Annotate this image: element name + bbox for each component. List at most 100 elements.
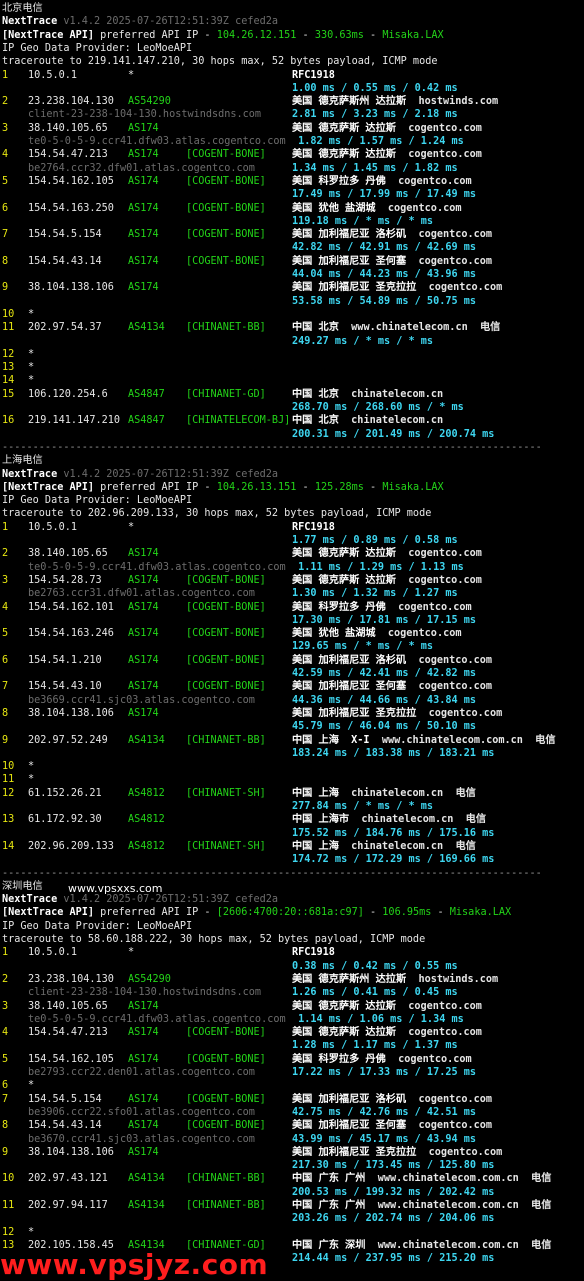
hop-ip: *: [28, 375, 35, 387]
hop-number: 6: [2, 654, 9, 666]
hop-rtt: 17.22 ms / 17.33 ms / 17.25 ms: [292, 1067, 477, 1078]
hop-asn: AS174: [128, 1000, 159, 1012]
hop-number: 12: [2, 348, 15, 360]
hop-rtt: 53.58 ms / 54.89 ms / 50.75 ms: [292, 295, 477, 307]
hop-rtt: 200.31 ms / 201.49 ms / 200.74 ms: [292, 428, 495, 440]
hop-hostname: be3670.ccr41.sjc03.atlas.cogentco.com: [28, 1133, 255, 1145]
api-location: Misaka.LAX: [382, 481, 444, 493]
hop-asn: AS174: [128, 229, 159, 241]
hop-network-tag: [COGENT-BONE]: [186, 202, 266, 214]
hop-domain: chinatelecom.cn 电信: [351, 787, 476, 799]
api-line: [NextTrace API] preferred API IP - 104.2…: [2, 29, 444, 42]
hop-asn: AS174: [128, 601, 159, 613]
hop-network-tag: [COGENT-BONE]: [186, 255, 266, 267]
hop-hostname: be2764.ccr32.dfw01.atlas.cogentco.com: [28, 162, 255, 174]
hop-ip: *: [28, 362, 35, 374]
hop-number: 11: [2, 1200, 15, 1211]
hop-ip: 154.54.162.105: [28, 1053, 114, 1065]
api-text: preferred API IP -: [94, 907, 217, 919]
hop-domain: cogentco.com: [428, 707, 503, 719]
hop-rtt: 17.49 ms / 17.99 ms / 17.49 ms: [292, 189, 477, 201]
hop-rtt: 200.53 ms / 199.32 ms / 202.42 ms: [292, 1186, 495, 1198]
section-title-text: 深圳电信: [2, 880, 43, 892]
hop-network-tag: [COGENT-BONE]: [186, 1093, 266, 1105]
hop-network-tag: [COGENT-BONE]: [186, 1027, 266, 1039]
hop-asn: *: [128, 521, 135, 533]
hop-location: 美国 德克萨斯 达拉斯 cogentco.com: [292, 574, 482, 586]
hop-ip: 154.54.163.246: [28, 628, 114, 640]
watermark: www.vpsjyz.com: [0, 1248, 269, 1281]
hop-ip: 219.141.147.210: [28, 415, 121, 427]
traceroute-line: traceroute to 202.96.209.133, 30 hops ma…: [2, 507, 431, 520]
api-ip: 104.26.13.151: [216, 481, 297, 493]
hop-rtt: 268.70 ms / 268.60 ms / * ms: [292, 402, 464, 413]
hop-rtt: 183.24 ms / 183.38 ms / 183.21 ms: [292, 747, 495, 759]
hop-ip: 10.5.0.1: [28, 69, 78, 81]
hop-domain: www.chinatelecom.com.cn 电信: [377, 1200, 552, 1211]
hop-rtt: 1.26 ms / 0.41 ms / 0.45 ms: [292, 987, 458, 999]
hop-asn: AS174: [128, 1027, 159, 1039]
hop-number: 1: [2, 947, 9, 959]
hop-number: 11: [2, 774, 15, 786]
hop-rtt: 42.75 ms / 42.76 ms / 42.51 ms: [292, 1106, 477, 1118]
hop-asn: AS4134: [128, 1173, 165, 1185]
hop-ip: 38.104.138.106: [28, 282, 114, 294]
hop-asn: AS174: [128, 282, 159, 294]
hop-number: 9: [2, 282, 9, 294]
hop-location: 美国 加利福尼亚 圣克拉拉 cogentco.com: [292, 1146, 503, 1158]
hop-ip: 154.54.47.213: [28, 149, 108, 161]
terminal-window: 北京电信 NextTrace v1.4.2 2025-07-26T12:51:39…: [0, 0, 584, 1280]
hop-number: 16: [2, 415, 15, 427]
hop-number: 15: [2, 388, 15, 400]
hop-rtt: 1.82 ms / 1.57 ms / 1.24 ms: [292, 136, 464, 147]
hop-rtt: 1.77 ms / 0.89 ms / 0.58 ms: [292, 535, 458, 546]
hop-ip: 10.5.0.1: [28, 521, 78, 533]
hop-ip: *: [28, 308, 35, 320]
hop-ip: 202.97.54.37: [28, 322, 102, 334]
hop-rtt: 44.36 ms / 44.66 ms / 43.84 ms: [292, 694, 477, 706]
hop-asn: AS4847: [128, 388, 165, 400]
hop-asn: AS4134: [128, 734, 165, 746]
hop-location: RFC1918: [292, 947, 335, 959]
section-title: 深圳电信: [2, 880, 43, 893]
hop-number: 4: [2, 1027, 9, 1039]
hop-ip: 202.96.209.133: [28, 840, 114, 852]
hop-rtt: 42.59 ms / 42.41 ms / 42.82 ms: [292, 668, 477, 679]
hop-domain: cogentco.com: [408, 1027, 482, 1039]
hop-number: 4: [2, 149, 9, 161]
hop-rtt: 42.82 ms / 42.91 ms / 42.69 ms: [292, 242, 477, 254]
hop-rtt: 203.26 ms / 202.74 ms / 204.06 ms: [292, 1213, 495, 1225]
hop-number: 12: [2, 787, 15, 799]
hop-domain: www.chinatelecom.com.cn 电信: [381, 734, 556, 746]
nexttrace-header: NextTrace v1.4.2 2025-07-26T12:51:39Z ce…: [2, 468, 278, 481]
hop-rtt: 277.84 ms / * ms / * ms: [292, 801, 434, 812]
hop-asn: AS4812: [128, 787, 165, 799]
traceroute-line: traceroute to 58.60.188.222, 30 hops max…: [2, 933, 425, 946]
hop-number: 6: [2, 202, 9, 214]
hop-asn: AS174: [128, 1093, 159, 1105]
hop-number: 14: [2, 840, 15, 852]
api-ip: [2606:4700:20::681a:c97]: [216, 907, 364, 919]
hop-network-tag: [COGENT-BONE]: [186, 149, 266, 161]
hop-location: 美国 加利福尼亚 圣克拉拉 cogentco.com: [292, 282, 503, 294]
hop-location: 中国 广东 广州 www.chinatelecom.com.cn 电信: [292, 1200, 552, 1211]
hop-location: 中国 上海市 chinatelecom.cn 电信: [292, 814, 487, 826]
hop-asn: AS174: [128, 149, 159, 161]
hop-number: 1: [2, 521, 9, 533]
hop-number: 7: [2, 1093, 9, 1105]
hop-location: 美国 犹他 盐湖城 cogentco.com: [292, 202, 462, 214]
hop-ip: 154.54.5.154: [28, 1093, 102, 1105]
hop-asn: *: [128, 947, 135, 959]
hop-rtt: 1.11 ms / 1.29 ms / 1.13 ms: [292, 561, 464, 573]
hop-network-tag: [CHINANET-BB]: [186, 322, 266, 334]
hop-ip: 202.97.43.121: [28, 1173, 108, 1185]
hop-location: 美国 加利福尼亚 洛杉矶 cogentco.com: [292, 229, 493, 241]
api-prefix: [NextTrace API]: [2, 29, 95, 41]
hop-number: 2: [2, 973, 9, 985]
hop-network-tag: [COGENT-BONE]: [186, 1120, 266, 1132]
hop-number: 3: [2, 574, 9, 586]
hop-domain: hostwinds.com: [418, 96, 499, 108]
hop-number: 7: [2, 681, 9, 693]
hop-location: 美国 德克萨斯州 达拉斯 hostwinds.com: [292, 973, 499, 985]
hop-domain: hostwinds.com: [418, 973, 499, 985]
